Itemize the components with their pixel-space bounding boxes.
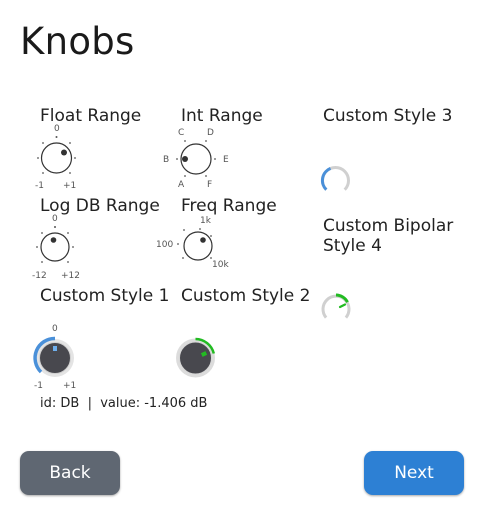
freq-range-max-tick: 10k — [212, 260, 229, 270]
custom-style-2-label: Custom Style 2 — [181, 286, 311, 306]
log-db-top-tick: 0 — [52, 214, 58, 224]
custom-style-3-knob[interactable] — [318, 162, 356, 196]
status-readout: id: DB | value: -1.406 dB — [40, 396, 208, 411]
int-range-tick-f: F — [207, 180, 212, 190]
custom-style-1-label: Custom Style 1 — [40, 286, 170, 306]
float-range-knob[interactable]: 0 -1 +1 — [32, 122, 82, 190]
int-range-tick-e: E — [223, 155, 229, 165]
float-range-min-tick: -1 — [35, 181, 44, 190]
custom-style-3-label: Custom Style 3 — [323, 106, 453, 126]
custom-style-1-knob[interactable]: 0 -1 +1 — [30, 322, 84, 392]
int-range-tick-b: B — [163, 155, 169, 165]
int-range-knob[interactable]: C D B E A F — [160, 124, 236, 190]
custom-bipolar-style-4-label: Custom Bipolar Style 4 — [323, 216, 454, 256]
float-range-top-tick: 0 — [54, 124, 60, 134]
custom-style-1-max-tick: +1 — [63, 381, 76, 391]
log-db-max-tick: +12 — [61, 271, 80, 280]
log-db-min-tick: -12 — [32, 271, 47, 280]
int-range-tick-c: C — [178, 128, 184, 138]
int-range-tick-d: D — [207, 128, 214, 138]
custom-style-1-min-tick: -1 — [34, 381, 43, 391]
next-button[interactable]: Next — [364, 451, 464, 495]
custom-bipolar-style-4-knob[interactable] — [318, 290, 356, 326]
log-db-range-knob[interactable]: 0 -12 +12 — [30, 212, 84, 280]
custom-style-2-knob[interactable] — [172, 336, 220, 380]
int-range-label: Int Range — [181, 106, 263, 126]
int-range-tick-a: A — [178, 180, 185, 190]
freq-range-top-tick: 1k — [200, 216, 212, 226]
page-title: Knobs — [20, 20, 135, 63]
freq-range-min-tick: 100 — [156, 240, 173, 250]
custom-style-1-top-tick: 0 — [52, 324, 58, 334]
float-range-max-tick: +1 — [63, 181, 76, 190]
back-button[interactable]: Back — [20, 451, 120, 495]
freq-range-knob[interactable]: 1k 100 10k — [154, 213, 236, 271]
